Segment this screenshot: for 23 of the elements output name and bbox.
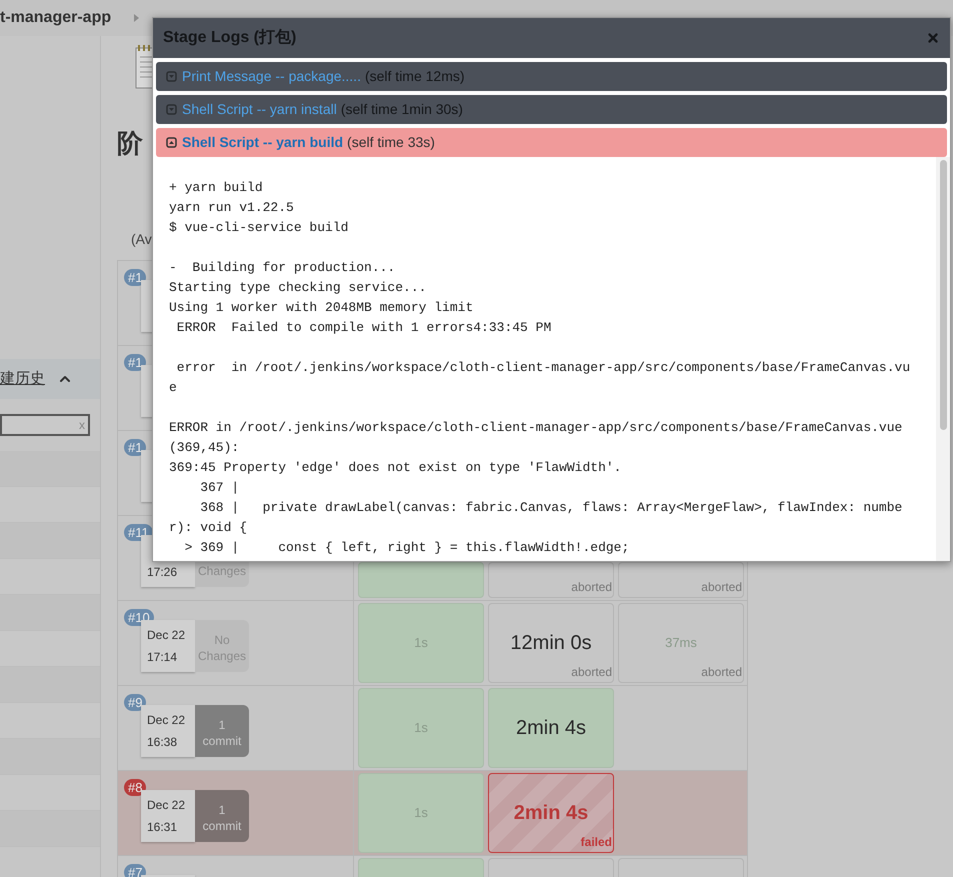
- build-time: 16:31: [147, 819, 178, 836]
- build-time: 17:26: [147, 564, 178, 581]
- build-date: Dec 22: [147, 712, 186, 729]
- dialog-title: Stage Logs (打包): [163, 28, 296, 48]
- stage-duration: 37ms: [665, 634, 697, 652]
- page-heading: 阶: [117, 128, 143, 158]
- log-output: + yarn build yarn run v1.22.5 $ vue-cli-service build - Building for production... Starting type checking service... Using 1 worker with 2048MB memory limit ERROR Failed to compile with 1 errors4:33:45 PM error in /root/.jenkins/workspace/cloth-client-manager-app/src/components/base/FrameCanvas.vu e ERROR in /root/.jenkins/workspace/cloth-client-manager-app/src/components/base/FrameCanvas.vue (369,45): 369:45 Property 'edge' does not exist on type 'FlawWidth'. 367 | 368 | private drawLabel(canvas: fabric.Canvas, flaws: Array<MergeFlaw>, flawIndex: numbe r): void { > 369 | const { left, right } = this.flawWidth!.edge;: [168, 179, 912, 557]
- stage-duration: 2min 4s: [516, 716, 586, 741]
- stage-status-label: aborted: [701, 579, 742, 596]
- build-time: 17:14: [147, 649, 178, 666]
- stage-duration: 2min 4s: [514, 801, 588, 826]
- step-self-time: (self time 1min 30s): [340, 100, 463, 119]
- build-date: Dec 22: [147, 627, 186, 644]
- step-self-time: (self time 33s): [347, 133, 435, 152]
- step-self-time: (self time 12ms): [364, 67, 465, 86]
- stage-status-label: aborted: [571, 579, 612, 596]
- stage-duration: 12min 0s: [510, 631, 592, 656]
- stage-status-label: aborted: [571, 664, 612, 681]
- stage-status-label: failed: [580, 834, 612, 851]
- stage-status-label: aborted: [701, 664, 742, 681]
- build-date: Dec 22: [147, 797, 186, 814]
- build-time: 16:38: [147, 734, 178, 751]
- average-label: (Av: [131, 231, 152, 247]
